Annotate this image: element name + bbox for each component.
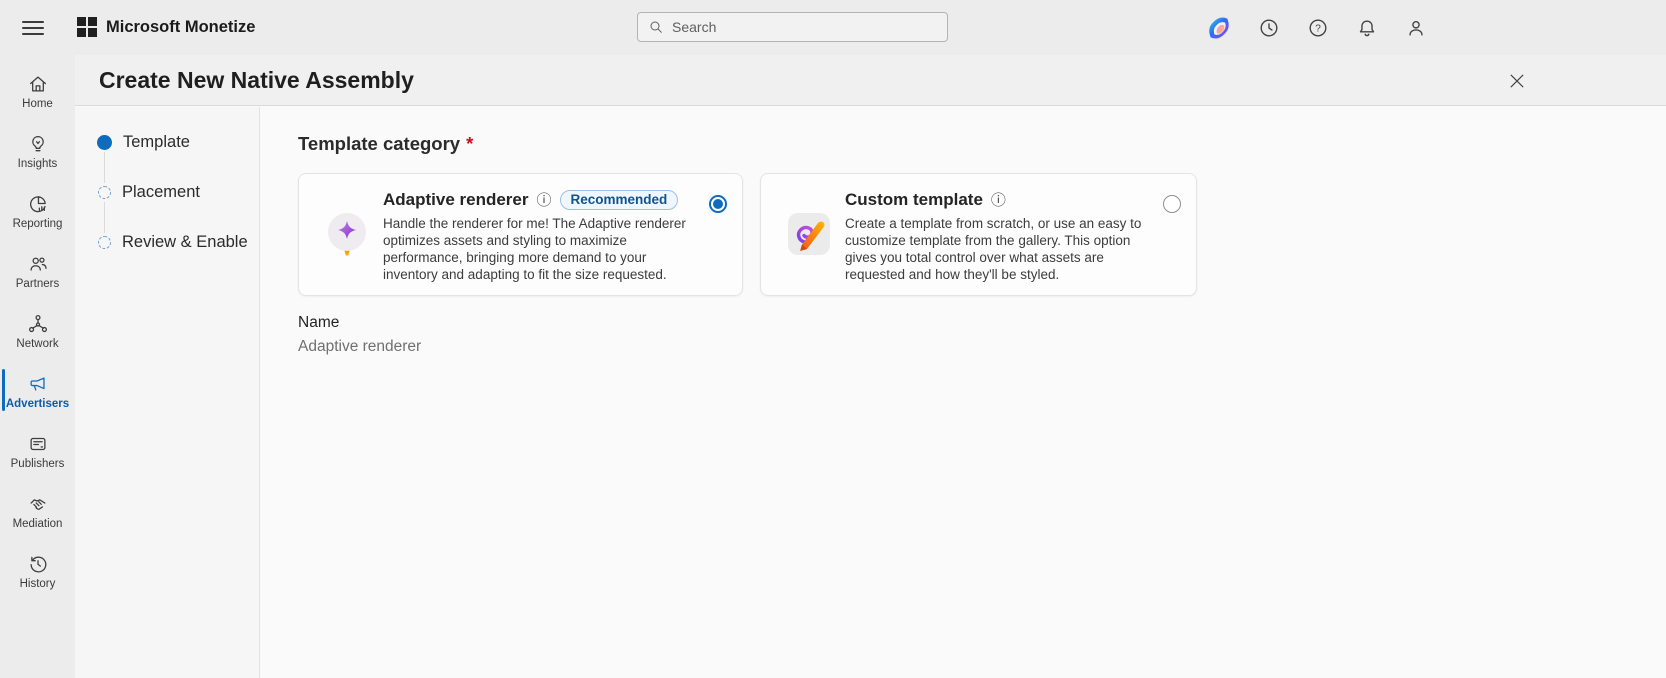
option-title: Custom template [845, 190, 983, 209]
name-label: Name [298, 314, 340, 331]
info-icon[interactable]: ⓘ [991, 193, 1006, 208]
step-pending-dot [98, 236, 111, 249]
network-icon [28, 314, 47, 332]
sidebar-item-mediation[interactable]: Mediation [0, 481, 75, 541]
search-icon [650, 21, 662, 33]
name-value: Adaptive renderer [298, 338, 422, 355]
radio-adaptive-renderer-selected[interactable] [709, 195, 727, 213]
global-search[interactable] [637, 12, 948, 42]
sidebar-item-insights[interactable]: Insights [0, 121, 75, 181]
top-app-bar: Microsoft Monetize Search ? [0, 0, 1666, 55]
reporting-icon [29, 195, 46, 212]
history-clock-icon[interactable] [1255, 14, 1283, 42]
home-icon [29, 75, 46, 92]
option-description: Handle the renderer for me! The Adaptive… [383, 216, 686, 282]
left-nav: Home Insights Reporting Partners Network… [0, 55, 75, 678]
help-icon[interactable]: ? [1304, 14, 1332, 42]
history-icon [29, 556, 46, 572]
partners-icon [29, 256, 47, 271]
sidebar-item-partners[interactable]: Partners [0, 241, 75, 301]
radio-custom-template-unselected[interactable] [1163, 195, 1181, 213]
close-icon[interactable] [1504, 68, 1530, 94]
option-description: Create a template from scratch, or use a… [845, 216, 1142, 282]
name-field: Name Adaptive renderer [298, 314, 1666, 356]
step-connector [104, 152, 105, 183]
dialog-title: Create New Native Assembly [99, 66, 414, 93]
step-pending-dot [98, 186, 111, 199]
option-title: Adaptive renderer [383, 190, 529, 209]
wizard-steps: Template Placement Review & Enable [75, 107, 260, 678]
svg-text:?: ? [1315, 23, 1321, 34]
account-icon[interactable] [1402, 14, 1430, 42]
sidebar-item-network[interactable]: Network [0, 301, 75, 361]
template-category-heading: Template category * [298, 133, 474, 154]
advertisers-icon [29, 376, 45, 391]
notifications-icon[interactable] [1353, 14, 1381, 42]
recommended-badge: Recommended [559, 190, 679, 210]
menu-icon[interactable] [22, 16, 46, 40]
sidebar-item-reporting[interactable]: Reporting [0, 181, 75, 241]
copilot-icon[interactable] [1206, 14, 1234, 42]
template-option-adaptive-renderer[interactable]: Adaptive renderer ⓘ Recommended Handle t… [298, 173, 743, 296]
mediation-icon [29, 498, 46, 510]
template-option-custom-template[interactable]: Custom template ⓘ Create a template from… [760, 173, 1197, 296]
insights-icon [31, 135, 44, 151]
microsoft-logo-icon [77, 17, 98, 38]
pen-icon [788, 213, 830, 255]
create-native-assembly-dialog: Create New Native Assembly Template Plac… [75, 55, 1666, 678]
sidebar-item-publishers[interactable]: Publishers [0, 421, 75, 481]
step-placement[interactable]: Placement [97, 183, 259, 202]
step-current-dot [97, 135, 112, 150]
step-review-enable[interactable]: Review & Enable [97, 233, 259, 252]
required-asterisk: * [466, 133, 474, 154]
sidebar-item-home[interactable]: Home [0, 61, 75, 121]
info-icon[interactable]: ⓘ [537, 193, 552, 208]
search-input[interactable] [672, 19, 939, 35]
step-template[interactable]: Template [97, 133, 259, 152]
sparkle-icon [328, 213, 366, 256]
sidebar-item-advertisers[interactable]: Advertisers [0, 361, 75, 421]
app-title: Microsoft Monetize [106, 18, 256, 36]
dialog-header: Create New Native Assembly [75, 55, 1666, 106]
publishers-icon [29, 437, 46, 450]
dialog-content: Template category * Adaptive renderer ⓘ … [260, 107, 1666, 678]
step-connector [104, 202, 105, 233]
sidebar-item-history[interactable]: History [0, 541, 75, 601]
